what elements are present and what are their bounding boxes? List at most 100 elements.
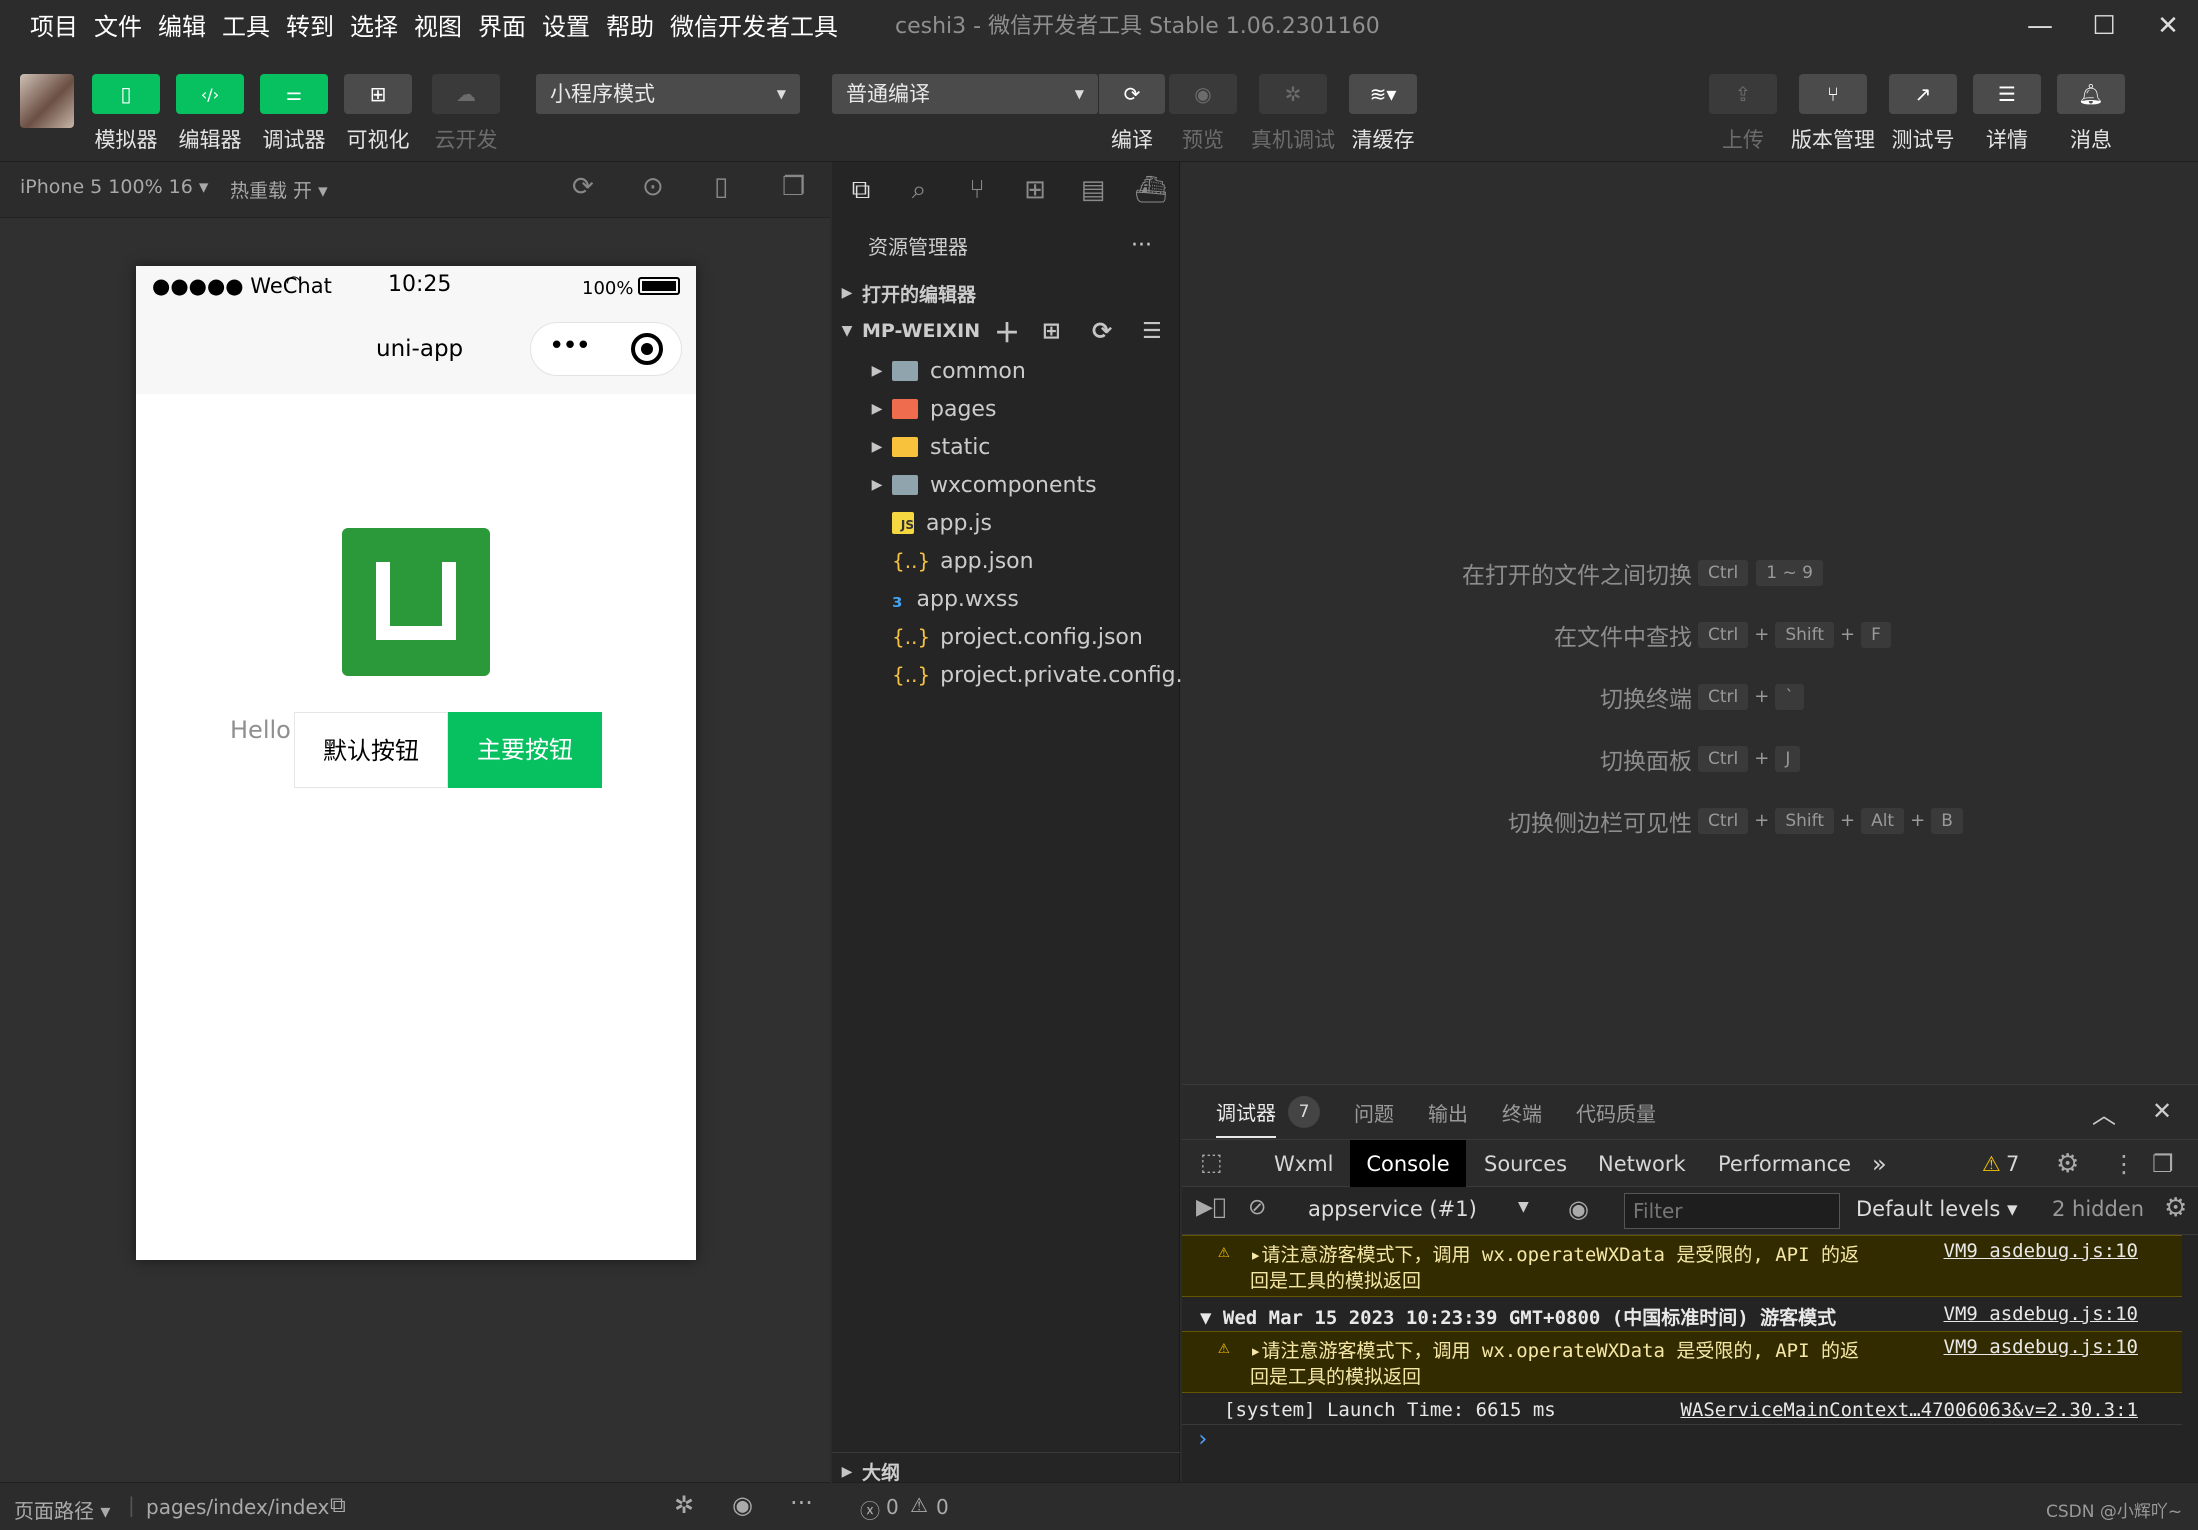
menu-project[interactable]: 项目 <box>22 0 86 54</box>
default-button[interactable]: 默认按钮 <box>294 712 448 788</box>
tab-sources[interactable]: Sources <box>1484 1140 1567 1188</box>
hot-reload-select[interactable]: 热重载 开 ▾ <box>230 176 328 203</box>
source-link[interactable]: VM9 asdebug.js:10 <box>1944 1336 2138 1358</box>
menu-devtools[interactable]: 微信开发者工具 <box>662 0 846 54</box>
extensions-icon[interactable]: ⊞ <box>1006 175 1064 205</box>
menu-interface[interactable]: 界面 <box>470 0 534 54</box>
stop-icon[interactable]: ⊙ <box>642 172 664 202</box>
new-file-icon[interactable]: ＋ <box>994 313 1020 350</box>
new-folder-icon[interactable]: ⊞ <box>1042 319 1060 344</box>
source-link[interactable]: WAServiceMainContext…47006063&v=2.30.3:1 <box>1680 1399 2138 1421</box>
tab-terminal[interactable]: 终端 <box>1502 1098 1542 1127</box>
source-link[interactable]: VM9 asdebug.js:10 <box>1944 1240 2138 1262</box>
eye-icon[interactable]: ◉ <box>732 1491 753 1519</box>
error-count[interactable]: 0 <box>886 1495 899 1519</box>
inspect-icon[interactable]: ⬚ <box>1200 1148 1223 1176</box>
clear-console-icon[interactable]: ⊘ <box>1248 1195 1266 1220</box>
context-select[interactable]: appservice (#1) <box>1308 1197 1477 1221</box>
close-capsule-icon[interactable] <box>631 333 663 365</box>
tab-problems[interactable]: 问题 <box>1354 1098 1394 1127</box>
warning-count[interactable]: 7 <box>2006 1140 2019 1188</box>
tab-wxml[interactable]: Wxml <box>1274 1140 1333 1188</box>
docker-icon[interactable]: ⛴ <box>1122 175 1180 205</box>
menu-view[interactable]: 视图 <box>406 0 470 54</box>
preview-button[interactable]: ◉ 预览 <box>1158 74 1248 154</box>
console-prompt[interactable]: › <box>1182 1427 2182 1457</box>
tab-output[interactable]: 输出 <box>1428 1098 1468 1127</box>
mode-select[interactable]: 小程序模式 ▼ <box>536 74 800 114</box>
menu-select[interactable]: 选择 <box>342 0 406 54</box>
close-icon[interactable]: ✕ <box>2152 1097 2172 1125</box>
chevron-up-icon[interactable]: ︿ <box>2092 1095 2116 1130</box>
messages-button[interactable]: 🔔︎ 消息 <box>2046 74 2136 154</box>
editor-toggle-button[interactable]: ‹/› 编辑器 <box>165 74 255 154</box>
menu-help[interactable]: 帮助 <box>598 0 662 54</box>
tree-item-app-wxss[interactable]: ₃ app.wxss <box>832 580 1180 618</box>
copy-icon[interactable]: ⧉ <box>330 1493 346 1518</box>
log-levels-select[interactable]: Default levels ▾ <box>1856 1197 2018 1221</box>
gear-icon[interactable]: ⚙ <box>2164 1193 2187 1223</box>
console-group[interactable]: ▼ Wed Mar 15 2023 10:23:39 GMT+0800 (中国标… <box>1182 1299 2182 1329</box>
cloud-dev-button[interactable]: ☁ 云开发 <box>421 74 511 154</box>
tree-item-app-js[interactable]: JS app.js <box>832 504 1180 542</box>
tree-item-project-config[interactable]: {..} project.config.json <box>832 618 1180 656</box>
kebab-menu-icon[interactable]: ⋮ <box>2112 1140 2136 1188</box>
simulator-toggle-button[interactable]: ▯ 模拟器 <box>81 74 171 154</box>
details-button[interactable]: ☰ 详情 <box>1962 74 2052 154</box>
eye-icon[interactable]: ◉ <box>1568 1195 1589 1223</box>
tree-item-wxcomponents[interactable]: ▶ wxcomponents <box>832 466 1180 504</box>
menu-file[interactable]: 文件 <box>86 0 150 54</box>
minimize-button[interactable]: — <box>2018 6 2062 46</box>
tab-code-quality[interactable]: 代码质量 <box>1576 1098 1656 1127</box>
maximize-button[interactable]: ☐ <box>2082 6 2126 46</box>
tree-item-app-json[interactable]: {..} app.json <box>832 542 1180 580</box>
more-actions-icon[interactable]: ··· <box>1131 233 1152 258</box>
test-account-button[interactable]: ↗ 测试号 <box>1878 74 1968 154</box>
page-path-select[interactable]: 页面路径 ▾ <box>14 1495 110 1524</box>
search-icon[interactable]: ⌕ <box>890 175 948 206</box>
more-tabs-icon[interactable]: » <box>1872 1140 1887 1188</box>
chevron-down-icon[interactable]: ▼ <box>1518 1199 1529 1215</box>
version-button[interactable]: ⑂ 版本管理 <box>1788 74 1878 154</box>
warning-count[interactable]: 0 <box>936 1495 949 1519</box>
tree-item-static[interactable]: ▶ static <box>832 428 1180 466</box>
refresh-icon[interactable]: ⟳ <box>1092 317 1112 345</box>
files-icon[interactable]: ⧉ <box>832 175 890 206</box>
device-select[interactable]: iPhone 5 100% 16 ▾ <box>20 176 208 198</box>
console-message[interactable]: [system] Launch Time: 6615 ms WAServiceM… <box>1182 1395 2182 1425</box>
open-editors-section[interactable]: ▶ 打开的编辑器 <box>832 274 1180 312</box>
gear-icon[interactable]: ⚙ <box>2056 1140 2079 1188</box>
detach-window-icon[interactable]: ❐ <box>782 172 805 202</box>
menu-edit[interactable]: 编辑 <box>150 0 214 54</box>
upload-button[interactable]: ⇪ 上传 <box>1698 74 1788 154</box>
menu-goto[interactable]: 转到 <box>278 0 342 54</box>
sidebar-toggle-icon[interactable]: ▶⃞ <box>1196 1195 1226 1220</box>
visual-toggle-button[interactable]: ⊞ 可视化 <box>333 74 423 154</box>
menu-tools[interactable]: 工具 <box>214 0 278 54</box>
clear-cache-button[interactable]: ≋▾ 清缓存 <box>1338 74 1428 154</box>
console-message[interactable]: ⚠ ▸请注意游客模式下，调用 wx.operateWXData 是受限的, AP… <box>1182 1235 2182 1297</box>
close-window-button[interactable]: ✕ <box>2146 6 2190 46</box>
more-actions-icon[interactable]: ··· <box>790 1489 813 1517</box>
tab-network[interactable]: Network <box>1598 1140 1686 1188</box>
storage-icon[interactable]: ▤ <box>1064 175 1122 205</box>
rotate-icon[interactable]: ⟳ <box>572 172 594 202</box>
remote-debug-button[interactable]: ✲ 真机调试 <box>1248 74 1338 154</box>
tree-item-common[interactable]: ▶ common <box>832 352 1180 390</box>
compile-select[interactable]: 普通编译 ▼ <box>832 74 1098 114</box>
more-dots-icon[interactable]: ••• <box>549 331 591 361</box>
source-control-icon[interactable]: ⑂ <box>948 175 1006 205</box>
bug-icon[interactable]: ✲ <box>674 1491 694 1519</box>
source-link[interactable]: VM9 asdebug.js:10 <box>1944 1303 2138 1325</box>
tree-item-pages[interactable]: ▶ pages <box>832 390 1180 428</box>
root-folder-section[interactable]: ▼ MP-WEIXIN ＋ ⊞ ⟳ ☰ <box>832 312 1180 350</box>
menu-settings[interactable]: 设置 <box>534 0 598 54</box>
phone-icon[interactable]: ▯ <box>714 172 728 202</box>
collapse-all-icon[interactable]: ☰ <box>1142 319 1162 344</box>
primary-button[interactable]: 主要按钮 <box>448 712 602 788</box>
debugger-toggle-button[interactable]: ⚌ 调试器 <box>249 74 339 154</box>
console-message[interactable]: ⚠ ▸请注意游客模式下，调用 wx.operateWXData 是受限的, AP… <box>1182 1331 2182 1393</box>
tab-console[interactable]: Console <box>1350 1140 1466 1188</box>
tree-item-project-private-config[interactable]: {..} project.private.config.js... <box>832 656 1221 694</box>
tab-debugger[interactable]: 调试器 <box>1216 1097 1276 1138</box>
